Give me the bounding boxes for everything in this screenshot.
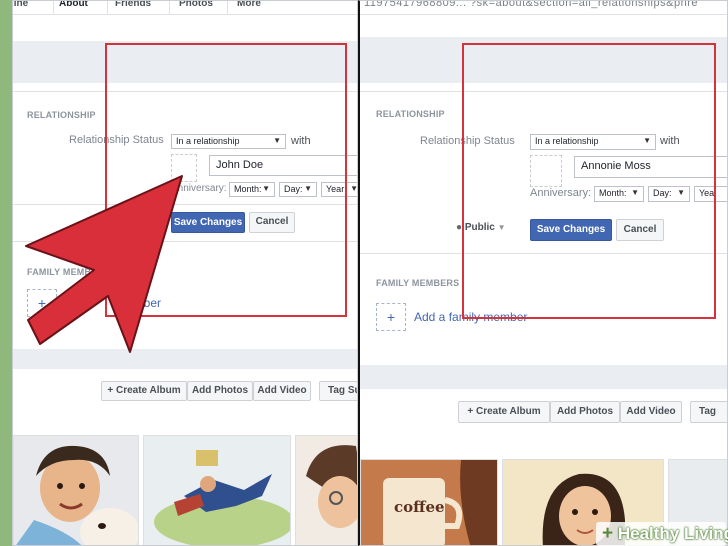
url-text: 11975417968809... ?sk=about&section=all_… [364,1,698,9]
tag-button[interactable]: Tag [690,401,727,423]
plus-icon: + [467,406,476,417]
add-video-button[interactable]: Add Video [620,401,682,423]
screenshot-frame: line About Friends Photos More RELATIONS… [0,0,728,546]
add-photos-button[interactable]: Add Photos [550,401,620,423]
section-band [360,365,727,389]
right-panel: 11975417968809... ?sk=about&section=all_… [358,0,728,546]
healthy-living-plus-icon: + [602,523,614,544]
relationship-heading: RELATIONSHIP [376,109,445,119]
url-bar: 11975417968809... ?sk=about&section=all_… [360,1,727,15]
watermark: + Healthy Living [596,522,728,546]
highlight-box-right [462,43,716,319]
create-album-button[interactable]: + Create Album [458,401,550,423]
pointer-arrow-icon [25,175,183,353]
create-album-label: Create Album [475,406,541,417]
add-family-plus-icon[interactable]: + [376,303,406,331]
coffee-cup-art: coffee [394,498,445,516]
family-members-heading: FAMILY MEMBERS [376,278,460,288]
watermark-text: Healthy Living [617,524,728,543]
